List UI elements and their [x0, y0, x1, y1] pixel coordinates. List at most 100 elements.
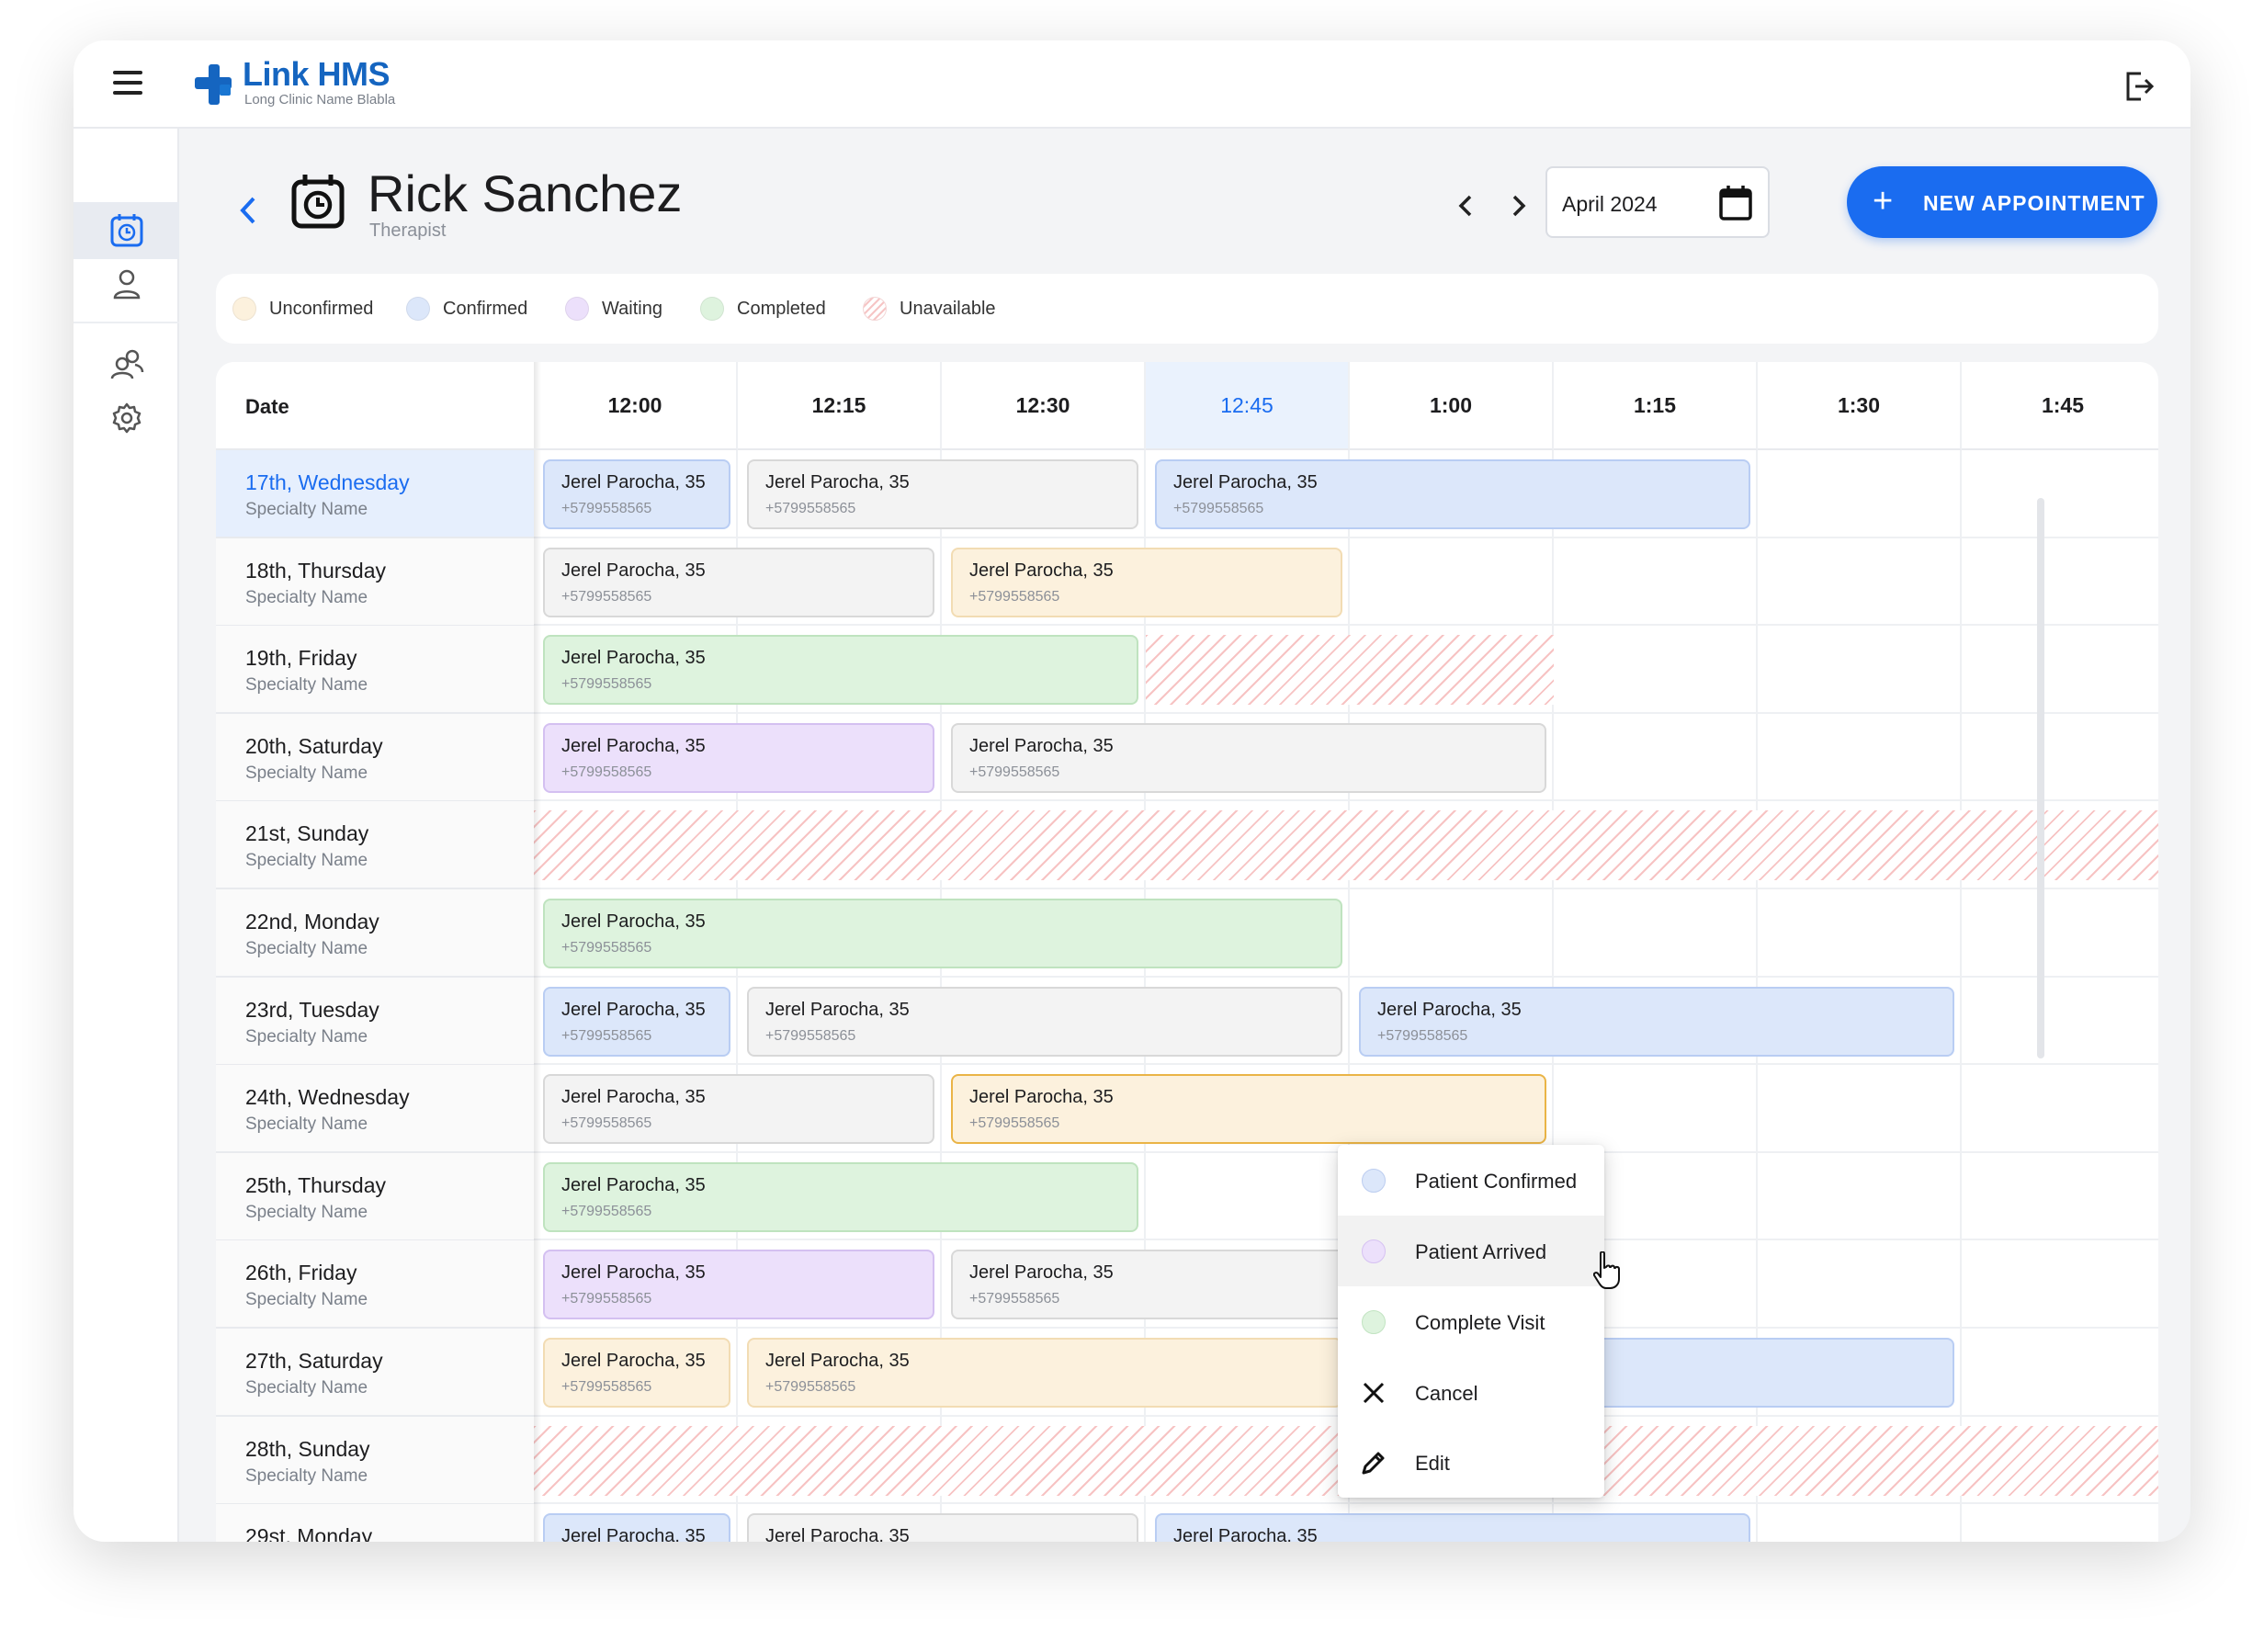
- date-row-header[interactable]: 25th, Thursday Specialty Name: [216, 1152, 534, 1241]
- appointment-card[interactable]: Jerel Parocha, 35 +5799558565: [747, 986, 1342, 1057]
- patient-name: Jerel Parocha, 35: [765, 1526, 910, 1542]
- specialty-label: Specialty Name: [245, 675, 368, 696]
- patient-name: Jerel Parocha, 35: [969, 560, 1114, 581]
- date-row-header[interactable]: 18th, Thursday Specialty Name: [216, 537, 534, 627]
- legend-unconfirmed: Unconfirmed: [232, 274, 373, 344]
- appointment-card[interactable]: Jerel Parocha, 35 +5799558565: [543, 986, 730, 1057]
- date-row-header[interactable]: 22nd, Monday Specialty Name: [216, 889, 534, 978]
- date-row-header[interactable]: 26th, Friday Specialty Name: [216, 1240, 534, 1330]
- appointment-card[interactable]: Jerel Parocha, 35 +5799558565: [747, 459, 1138, 529]
- patient-name: Jerel Parocha, 35: [561, 1262, 706, 1284]
- appointment-card[interactable]: Jerel Parocha, 35 +5799558565: [951, 547, 1342, 617]
- sidebar-item-staff[interactable]: [74, 336, 179, 393]
- appointment-card[interactable]: Jerel Parocha, 35: [543, 1513, 730, 1542]
- grid-line: [534, 888, 2158, 889]
- time-header-12-15: 12:15: [738, 362, 942, 450]
- date-row-header[interactable]: 20th, Saturday Specialty Name: [216, 713, 534, 802]
- completed-dot-icon: [700, 297, 724, 321]
- legend-unavailable: Unavailable: [863, 274, 996, 344]
- specialty-label: Specialty Name: [245, 851, 368, 871]
- grid-line: [534, 711, 2158, 714]
- patient-name: Jerel Parocha, 35: [561, 1351, 706, 1371]
- sidebar-item-patient[interactable]: [74, 255, 179, 312]
- patient-phone: +5799558565: [561, 1203, 652, 1219]
- date-row-header[interactable]: 21st, Sunday Specialty Name: [216, 801, 534, 890]
- back-chevron-icon[interactable]: [230, 187, 266, 233]
- previous-month-icon[interactable]: [1448, 187, 1485, 224]
- user-icon: [113, 269, 140, 300]
- menu-item-patient-arrived[interactable]: Patient Arrived: [1338, 1216, 1604, 1286]
- patient-phone: +5799558565: [561, 1115, 652, 1132]
- date-row-header[interactable]: 19th, Friday Specialty Name: [216, 626, 534, 715]
- patient-phone: +5799558565: [561, 588, 652, 605]
- date-label: 23rd, Tuesday: [245, 997, 379, 1022]
- appointment-card[interactable]: Jerel Parocha, 35 +5799558565: [543, 1250, 934, 1320]
- appointment-card[interactable]: Jerel Parocha, 35 +5799558565: [543, 459, 730, 529]
- logout-icon[interactable]: [2121, 68, 2157, 105]
- time-header-1-15: 1:15: [1554, 362, 1758, 450]
- date-label: 29st, Monday: [245, 1524, 373, 1542]
- appointment-card[interactable]: Jerel Parocha, 35 +5799558565: [1155, 459, 1750, 529]
- grid-line: [1960, 450, 1962, 1542]
- date-label: 17th, Wednesday: [245, 470, 410, 494]
- next-month-icon[interactable]: [1500, 187, 1536, 224]
- patient-phone: +5799558565: [969, 764, 1060, 780]
- date-row-header[interactable]: 27th, Saturday Specialty Name: [216, 1329, 534, 1417]
- close-icon: [1363, 1382, 1385, 1404]
- patient-name: Jerel Parocha, 35: [561, 999, 706, 1020]
- patient-name: Jerel Parocha, 35: [969, 1087, 1114, 1108]
- patient-phone: +5799558565: [561, 940, 652, 956]
- confirmed-dot-icon: [406, 297, 430, 321]
- grid-line: [534, 536, 2158, 538]
- appointment-card[interactable]: Jerel Parocha, 35 +5799558565: [543, 899, 1342, 968]
- legend-waiting: Waiting: [565, 274, 662, 344]
- appointment-card[interactable]: Jerel Parocha, 35 +5799558565: [543, 547, 934, 617]
- appointment-card[interactable]: Jerel Parocha, 35 +5799558565: [1359, 986, 1954, 1057]
- clinic-name: Long Clinic Name Blabla: [244, 92, 396, 107]
- menu-item-patient-confirmed[interactable]: Patient Confirmed: [1338, 1145, 1604, 1216]
- date-row-header[interactable]: 28th, Sunday Specialty Name: [216, 1416, 534, 1505]
- specialty-label: Specialty Name: [245, 763, 368, 783]
- calendar-icon[interactable]: [1718, 185, 1753, 221]
- date-row-header[interactable]: 29st, MondaySpecialty Name: [216, 1504, 534, 1542]
- sidebar-item-calendar[interactable]: [74, 202, 179, 259]
- date-label: 19th, Friday: [245, 646, 357, 671]
- unavailable-block: [534, 810, 2158, 881]
- month-picker[interactable]: April 2024: [1545, 166, 1770, 238]
- new-appointment-button[interactable]: + NEW APPOINTMENT: [1847, 166, 2157, 238]
- appointment-card[interactable]: Jerel Parocha, 35 +5799558565: [543, 1338, 730, 1408]
- date-label: 18th, Thursday: [245, 558, 387, 583]
- appointment-card[interactable]: Jerel Parocha, 35 +5799558565: [951, 722, 1546, 793]
- specialty-label: Specialty Name: [245, 1290, 368, 1310]
- date-row-header[interactable]: 23rd, Tuesday Specialty Name: [216, 977, 534, 1066]
- page-title: Rick Sanchez: [368, 164, 683, 222]
- appointment-card[interactable]: Jerel Parocha, 35 +5799558565: [543, 635, 1138, 706]
- menu-item-edit[interactable]: Edit: [1338, 1427, 1604, 1498]
- appointment-card[interactable]: Jerel Parocha, 35 +5799558565: [747, 1338, 1342, 1408]
- date-row-header[interactable]: 17th, Wednesday Specialty Name: [216, 450, 534, 538]
- menu-item-complete-visit[interactable]: Complete Visit: [1338, 1286, 1604, 1357]
- menu-icon[interactable]: [113, 71, 142, 95]
- sidebar-item-settings[interactable]: [74, 390, 179, 447]
- appointment-card[interactable]: Jerel Parocha, 35: [1155, 1513, 1750, 1542]
- specialty-label: Specialty Name: [245, 1202, 368, 1222]
- patient-phone: +5799558565: [561, 676, 652, 693]
- date-row-header[interactable]: 24th, Wednesday Specialty Name: [216, 1065, 534, 1154]
- specialty-label: Specialty Name: [245, 1378, 368, 1397]
- menu-item-cancel[interactable]: Cancel: [1338, 1357, 1604, 1428]
- appointment-card[interactable]: Jerel Parocha, 35 +5799558565: [543, 722, 934, 793]
- patient-name: Jerel Parocha, 35: [561, 911, 706, 932]
- appointment-card[interactable]: Jerel Parocha, 35 +5799558565: [543, 1161, 1138, 1232]
- patient-name: Jerel Parocha, 35: [561, 1174, 706, 1195]
- appointment-card[interactable]: Jerel Parocha, 35 +5799558565: [951, 1074, 1546, 1145]
- appointment-card[interactable]: Jerel Parocha, 35: [747, 1513, 1138, 1542]
- appointment-card[interactable]: Jerel Parocha, 35 +5799558565: [543, 1074, 934, 1145]
- vertical-scrollbar[interactable]: [2037, 498, 2044, 1058]
- date-label: 25th, Thursday: [245, 1172, 387, 1197]
- patient-name: Jerel Parocha, 35: [561, 560, 706, 581]
- patient-name: Jerel Parocha, 35: [765, 472, 910, 492]
- unconfirmed-dot-icon: [232, 297, 256, 321]
- specialty-label: Specialty Name: [245, 1115, 368, 1135]
- pencil-icon: [1362, 1452, 1385, 1475]
- patient-name: Jerel Parocha, 35: [1173, 1526, 1318, 1542]
